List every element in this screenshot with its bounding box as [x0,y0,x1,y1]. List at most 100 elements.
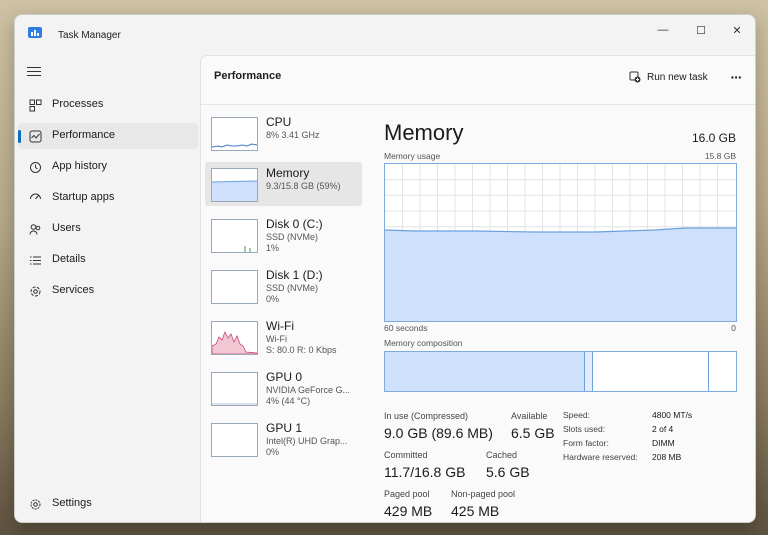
sidebar-item-processes[interactable]: Processes [18,92,198,118]
sidebar-item-label: Users [52,222,81,234]
sidebar-item-settings[interactable]: Settings [18,491,198,517]
memory-composition-bar [384,351,737,392]
sidebar-item-label: Details [52,253,86,265]
resource-name: Memory [266,166,310,180]
page-title: Performance [214,70,282,82]
cached-label: Cached [486,450,518,460]
task-manager-logo-icon [28,27,42,38]
available-value: 6.5 GB [511,425,555,441]
disk0-thumbnail-graph [211,219,258,253]
composition-in-use [385,352,585,391]
more-options-button[interactable]: ··· [726,66,746,88]
task-manager-window: Task Manager — ☐ ✕ Processes Performance… [14,14,756,523]
paged-pool-label: Paged pool [384,489,430,499]
performance-icon [26,127,44,145]
sidebar-item-app-history[interactable]: App history [18,154,198,180]
graph-time-left: 60 seconds [384,323,428,333]
gear-icon [26,495,44,513]
speed-key: Speed: [563,410,590,420]
memory-usage-max: 15.8 GB [704,151,736,161]
memory-heading: Memory [384,120,464,145]
close-button[interactable]: ✕ [719,19,755,41]
speed-value: 4800 MT/s [652,410,693,420]
disk1-thumbnail-graph [211,270,258,304]
header-divider [201,104,755,105]
run-new-task-label: Run new task [647,71,708,83]
resource-detail: Intel(R) UHD Grap... [266,436,348,446]
startup-icon [26,189,44,207]
graph-time-right: 0 [731,323,736,333]
resource-detail: 8% 3.41 GHz [266,130,320,140]
sidebar-item-label: Services [52,284,95,296]
memory-usage-graph [384,163,737,322]
resource-name: Disk 1 (D:) [266,268,323,282]
resource-item-memory[interactable]: Memory 9.3/15.8 GB (59%) [205,162,362,206]
resource-item-gpu-0[interactable]: GPU 0 NVIDIA GeForce G... 4% (44 °C) [205,366,362,410]
resource-item-wifi[interactable]: Wi-Fi Wi-Fi S: 80.0 R: 0 Kbps [205,315,362,359]
title-bar: Task Manager — ☐ ✕ [15,15,755,55]
resource-detail: SSD (NVMe) [266,232,319,242]
memory-usage-label: Memory usage [384,151,441,161]
sidebar-item-startup-apps[interactable]: Startup apps [18,185,198,211]
services-icon [26,282,44,300]
resource-usage: 0% [266,294,280,304]
memory-total: 16.0 GB [691,131,736,145]
minimize-button[interactable]: — [645,19,681,41]
hardware-reserved-value: 208 MB [652,452,682,462]
resource-usage: 4% (44 °C) [266,396,311,406]
cpu-thumbnail-graph [211,117,258,151]
form-factor-key: Form factor: [563,438,609,448]
sidebar-item-performance[interactable]: Performance [18,123,198,149]
users-icon [26,220,44,238]
sidebar-item-label: Performance [52,129,115,141]
resource-item-cpu[interactable]: CPU 8% 3.41 GHz [205,111,362,155]
available-label: Available [511,411,548,421]
memory-thumbnail-graph [211,168,258,202]
non-paged-pool-value: 425 MB [451,503,500,519]
resource-name: CPU [266,115,292,129]
in-use-value: 9.0 GB (89.6 MB) [384,425,493,441]
cached-value: 5.6 GB [486,464,530,480]
resource-item-disk-1[interactable]: Disk 1 (D:) SSD (NVMe) 0% [205,264,362,308]
processes-icon [26,96,44,114]
maximize-button[interactable]: ☐ [683,19,719,41]
history-icon [26,158,44,176]
in-use-label: In use (Compressed) [384,411,469,421]
resource-usage: 1% [266,243,280,253]
memory-composition-label: Memory composition [384,338,463,348]
resource-name: Disk 0 (C:) [266,217,323,231]
details-icon [26,251,44,269]
resource-detail: NVIDIA GeForce G... [266,385,351,395]
resource-item-gpu-1[interactable]: GPU 1 Intel(R) UHD Grap... 0% [205,417,362,461]
hamburger-menu-icon[interactable] [27,67,41,79]
slots-used-value: 2 of 4 [652,424,674,434]
gpu0-thumbnail-graph [211,372,258,406]
sidebar-item-users[interactable]: Users [18,216,198,242]
resource-name: GPU 1 [266,421,303,435]
gpu1-thumbnail-graph [211,423,258,457]
run-new-task-button[interactable]: Run new task [629,66,708,88]
paged-pool-value: 429 MB [384,503,433,519]
wifi-thumbnail-graph [211,321,258,355]
sidebar-item-label: Processes [52,98,104,110]
selection-indicator [18,130,21,143]
resource-name: Wi-Fi [266,319,294,333]
resource-item-disk-0[interactable]: Disk 0 (C:) SSD (NVMe) 1% [205,213,362,257]
resource-detail: SSD (NVMe) [266,283,319,293]
composition-standby-divider [708,352,709,391]
performance-panel: Performance Run new task ··· CPU 8% 3.41… [200,55,755,522]
committed-label: Committed [384,450,428,460]
resource-detail: Wi-Fi [266,334,287,344]
resource-name: GPU 0 [266,370,303,384]
sidebar-item-label: App history [52,160,108,172]
resource-usage: 0% [266,447,280,457]
sidebar-item-services[interactable]: Services [18,278,198,304]
sidebar-item-label: Startup apps [52,191,115,203]
sidebar-item-details[interactable]: Details [18,247,198,273]
composition-modified [585,352,593,391]
form-factor-value: DIMM [652,438,675,448]
settings-label: Settings [52,497,92,509]
window-title: Task Manager [58,30,121,41]
non-paged-pool-label: Non-paged pool [451,489,516,499]
run-task-icon [629,71,641,83]
